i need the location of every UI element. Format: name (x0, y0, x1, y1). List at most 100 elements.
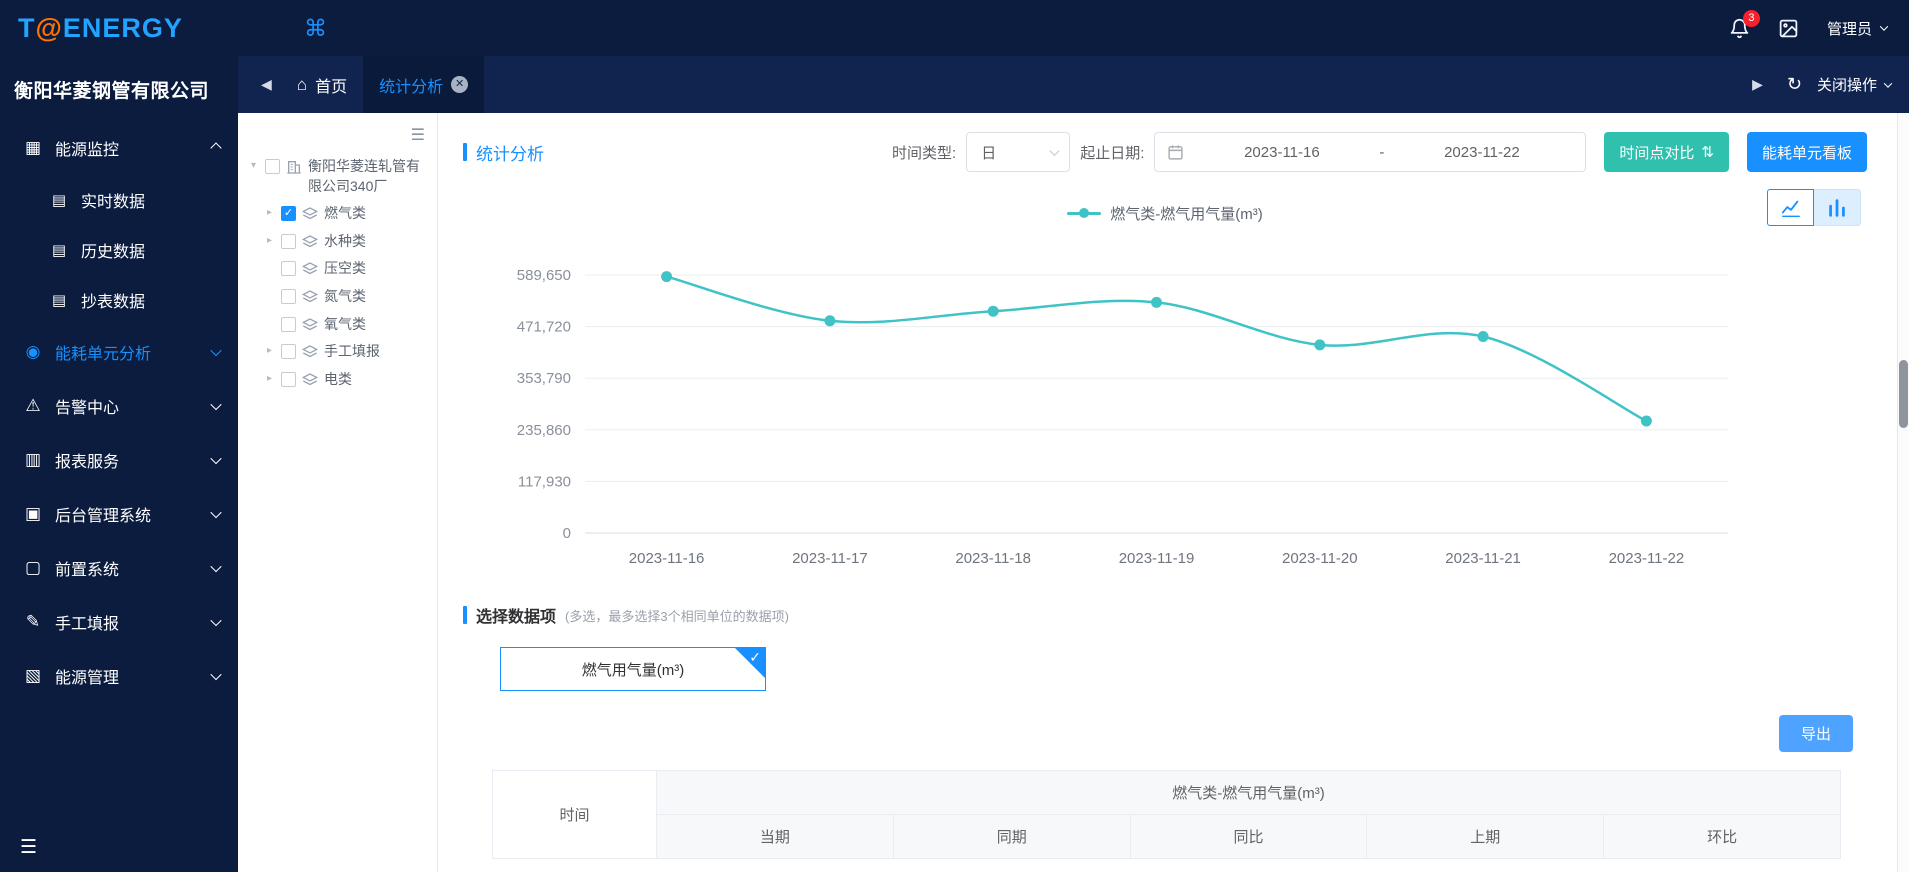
sidebar-item-front-system[interactable]: ▢ 前置系统 (0, 541, 238, 595)
logo-text: ENERGY (62, 12, 183, 43)
tree-checkbox[interactable] (281, 371, 296, 387)
sidebar-item-energy-unit-analysis[interactable]: ◉ 能耗单元分析 (0, 325, 238, 379)
tree-node-manual-entry[interactable]: ▸ 手工填报 (264, 338, 431, 366)
layers-icon (302, 372, 318, 388)
top-header: ⌘ 3 管理员 (238, 0, 1909, 56)
sidebar-menu: ▦ 能源监控 ▤ 实时数据 ▤ 历史数据 ▤ 抄表数据 ◉ 能耗单元分析 ⚠ 告… (0, 121, 238, 822)
start-date-value[interactable]: 2023-11-16 (1190, 144, 1373, 161)
sidebar-item-energy-management[interactable]: ▧ 能源管理 (0, 649, 238, 703)
caret-right-icon[interactable]: ▸ (264, 204, 275, 218)
collapse-sidebar-button[interactable]: ☰ (0, 822, 238, 872)
chevron-down-icon (210, 560, 222, 573)
tree-node-water[interactable]: ▸ 水种类 (264, 228, 431, 256)
image-icon (1778, 18, 1799, 39)
screenshot-button[interactable] (1778, 18, 1799, 39)
chart-legend[interactable]: 燃气类-燃气用气量(m³) (463, 203, 1867, 224)
tabbar-actions: ▶ ↻ 关闭操作 (1743, 74, 1893, 95)
layers-icon (302, 344, 318, 360)
logo-letter-t: T (18, 12, 36, 43)
tree-node-compressed-air[interactable]: 压空类 (264, 255, 431, 283)
target-icon: ◉ (25, 342, 41, 361)
chart-header: 燃气类-燃气用气量(m³) (463, 181, 1867, 245)
sidebar: T @ ENERGY 衡阳华菱钢管有限公司 ▦ 能源监控 ▤ 实时数据 ▤ 历史数据… (0, 0, 238, 872)
line-chart-icon (1780, 197, 1802, 219)
system-icon: ▢ (24, 558, 42, 577)
chevron-up-icon (210, 142, 222, 154)
refresh-icon[interactable]: ↻ (1787, 74, 1802, 95)
close-operations-dropdown[interactable]: 关闭操作 (1817, 74, 1893, 95)
caret-right-icon[interactable]: ▸ (264, 342, 275, 356)
app-root: T @ ENERGY 衡阳华菱钢管有限公司 ▦ 能源监控 ▤ 实时数据 ▤ 历史数据… (0, 0, 1909, 872)
tabs-scroll-right-button[interactable]: ▶ (1743, 76, 1772, 93)
tree-menu-icon[interactable]: ☰ (411, 125, 425, 145)
tree-checkbox[interactable] (281, 261, 296, 277)
notification-bell-button[interactable]: 3 (1729, 9, 1760, 39)
svg-text:2023-11-16: 2023-11-16 (629, 550, 705, 567)
export-button[interactable]: 导出 (1778, 715, 1853, 752)
sidebar-item-history-data[interactable]: ▤ 历史数据 (0, 225, 238, 275)
sidebar-item-realtime-data[interactable]: ▤ 实时数据 (0, 175, 238, 225)
user-name: 管理员 (1826, 20, 1872, 38)
apps-command-icon[interactable]: ⌘ (304, 15, 327, 42)
chevron-down-icon (1879, 22, 1889, 31)
analysis-toolbar: 统计分析 时间类型: 日 起止日期: 2023-11-16 - 2023-11-… (463, 127, 1867, 177)
tree-checkbox-checked[interactable]: ✓ (281, 206, 296, 222)
table-header-previous: 上期 (1366, 814, 1605, 859)
chevron-down-icon (210, 344, 222, 357)
energy-unit-board-button[interactable]: 能耗单元看板 (1746, 132, 1867, 172)
tree-root-node[interactable]: ▾ 衡阳华菱连轧管有限公司340厂 (248, 153, 431, 200)
time-point-compare-button[interactable]: 时间点对比 ⇅ (1604, 132, 1729, 172)
tree-node-gas[interactable]: ▸ ✓ 燃气类 (264, 200, 431, 228)
user-menu[interactable]: 管理员 (1826, 18, 1889, 39)
layers-icon (302, 206, 318, 222)
tree-checkbox[interactable] (281, 316, 296, 332)
legend-line-marker (1067, 208, 1102, 218)
scrollbar-thumb[interactable] (1899, 360, 1908, 428)
tree-node-electric[interactable]: ▸ 电类 (264, 366, 431, 394)
tree-checkbox[interactable] (281, 344, 296, 360)
title-accent-bar (463, 143, 467, 161)
sidebar-item-alarm-center[interactable]: ⚠ 告警中心 (0, 379, 238, 433)
chevron-down-icon (1883, 78, 1893, 88)
sidebar-item-report-service[interactable]: ▥ 报表服务 (0, 433, 238, 487)
document-icon: ▤ (51, 192, 67, 209)
vertical-scrollbar[interactable] (1897, 113, 1909, 872)
svg-text:2023-11-18: 2023-11-18 (955, 550, 1031, 567)
close-tab-icon[interactable]: ✕ (451, 76, 469, 93)
tabs-scroll-left-button[interactable]: ◀ (252, 76, 281, 93)
tab-statistical-analysis[interactable]: 统计分析 ✕ (363, 56, 485, 113)
sidebar-item-meter-data[interactable]: ▤ 抄表数据 (0, 275, 238, 325)
bar-chart-icon (1826, 197, 1848, 219)
tree-checkbox[interactable] (281, 288, 296, 304)
svg-text:2023-11-17: 2023-11-17 (792, 550, 868, 567)
tree-root-checkbox[interactable] (265, 159, 280, 174)
data-item-section-title: 选择数据项 (多选，最多选择3个相同单位的数据项) (463, 603, 1867, 627)
time-type-select[interactable]: 日 (966, 132, 1071, 172)
caret-down-icon[interactable]: ▾ (248, 157, 259, 171)
layers-icon (302, 261, 318, 277)
data-item-chip-selected[interactable]: 燃气用气量(m³) ✓ (500, 647, 766, 691)
sidebar-item-energy-monitor[interactable]: ▦ 能源监控 (0, 121, 238, 175)
alarm-icon: ⚠ (25, 396, 41, 415)
tree-node-oxygen[interactable]: 氧气类 (264, 311, 431, 339)
calendar-icon (1167, 144, 1184, 161)
sidebar-item-backend-admin[interactable]: ▣ 后台管理系统 (0, 487, 238, 541)
chevron-down-icon (210, 614, 222, 627)
tab-home[interactable]: ⌂ 首页 (281, 56, 363, 113)
tree-node-nitrogen[interactable]: 氮气类 (264, 283, 431, 311)
caret-right-icon[interactable]: ▸ (264, 232, 275, 246)
table-header-yoy: 同比 (1129, 814, 1368, 859)
bar-chart-button[interactable] (1814, 189, 1861, 226)
caret-right-icon[interactable]: ▸ (264, 370, 275, 384)
main-panel: 统计分析 时间类型: 日 起止日期: 2023-11-16 - 2023-11-… (438, 113, 1909, 872)
line-chart-button[interactable] (1767, 189, 1814, 226)
tree-checkbox[interactable] (281, 233, 296, 249)
svg-text:471,720: 471,720 (517, 319, 571, 336)
chevron-down-icon (210, 398, 222, 411)
date-range-picker[interactable]: 2023-11-16 - 2023-11-22 (1154, 132, 1587, 172)
sidebar-item-manual-entry[interactable]: ✎ 手工填报 (0, 595, 238, 649)
chevron-down-icon (210, 668, 222, 681)
book-icon: ▧ (24, 666, 42, 685)
end-date-value[interactable]: 2023-11-22 (1390, 144, 1573, 161)
gas-usage-line-chart: 0 117,930 235,860 353,790 471,720 589,650 2023… (463, 245, 1867, 585)
